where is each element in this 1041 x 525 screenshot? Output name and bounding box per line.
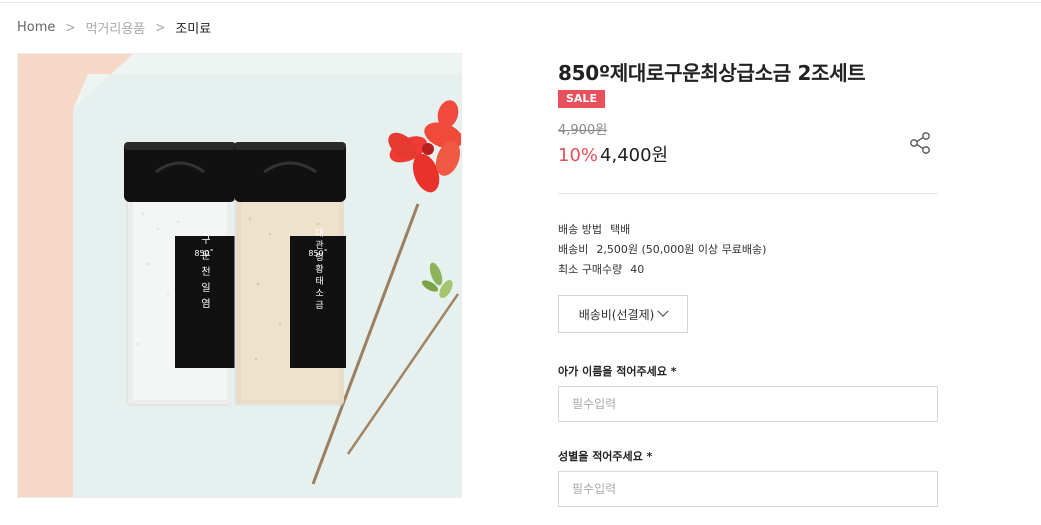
sale-badge: SALE [558,90,605,108]
shipping-fee: 배송비 2,500원 (50,000원 이상 무료배송) [558,241,766,257]
breadcrumb-home[interactable]: Home [17,20,55,35]
left-jar-name: 구운천일염 [199,234,211,314]
breadcrumb-category[interactable]: 먹거리용품 [85,18,145,37]
gender-input[interactable] [558,471,938,507]
product-title: 850º제대로구운최상급소금 2조세트 [558,61,866,85]
min-quantity-value: 40 [630,263,645,276]
price-row: 10% 4,400원 [558,141,668,167]
shipping-method-label: 배송 방법 [558,223,602,236]
shipping-fee-value: 2,500원 (50,000원 이상 무료배송) [596,243,767,256]
chevron-right-icon: > [65,18,76,36]
min-quantity: 최소 구매수량 40 [558,261,644,277]
shipping-fee-label: 배송비 [558,243,589,256]
min-quantity-label: 최소 구매수량 [558,263,623,276]
section-divider [558,193,938,194]
share-icon[interactable] [908,130,934,156]
shipping-method-value: 택배 [609,223,631,236]
discount-rate: 10% [558,145,599,166]
product-image[interactable]: 850˚ 구운천일염 850˚ 대관령황태소금 [17,53,462,498]
chevron-down-icon [657,305,669,317]
shipping-option-value: 배송비(선결제) [578,307,655,322]
original-price: 4,900원 [558,123,608,138]
baby-name-input[interactable] [558,386,938,422]
gender-label: 성별을 적어주세요 * [558,450,653,463]
shipping-option-select[interactable]: 배송비(선결제) [558,295,688,333]
chevron-right-icon: > [155,18,166,36]
sale-price: 4,400원 [600,145,669,166]
breadcrumb: Home > 먹거리용품 > 조미료 [17,18,212,37]
baby-name-label: 아가 이름을 적어주세요 * [558,365,677,378]
shipping-method: 배송 방법 택배 [558,221,630,237]
breadcrumb-current: 조미료 [175,21,212,37]
right-jar-name: 대관령황태소금 [313,228,323,312]
top-divider [0,2,1041,3]
